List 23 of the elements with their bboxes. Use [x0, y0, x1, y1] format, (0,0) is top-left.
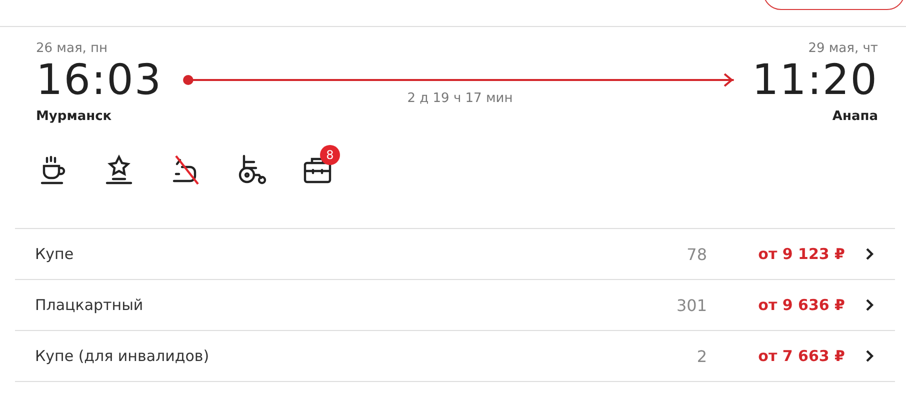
seat-count: 301 [676, 296, 707, 314]
arrival-date: 29 мая, чт [808, 41, 878, 57]
chevron-icon [865, 247, 875, 261]
car-class-row[interactable]: Купе (для инвалидов) 2 от 7 663 ₽ [15, 331, 895, 382]
arrival-station: Анапа [832, 109, 878, 124]
car-class-row[interactable]: Купе 78 от 9 123 ₽ [15, 229, 895, 280]
departure-station: Мурманск [36, 109, 112, 124]
price: от 9 636 ₽ [757, 296, 845, 314]
seat-count: 2 [696, 346, 707, 366]
chevron-icon [865, 298, 875, 312]
class-name: Купе [35, 245, 75, 263]
car-class-row[interactable]: Плацкартный 301 от 9 636 ₽ [15, 280, 895, 331]
class-name: Плацкартный [35, 296, 144, 314]
price: от 9 123 ₽ [757, 245, 845, 263]
departure-date: 26 мая, пн [36, 41, 108, 57]
class-name: Купе (для инвалидов) [35, 347, 210, 365]
trip-duration: 2 д 19 ч 17 мин [407, 91, 513, 106]
count-badge: 8 [320, 145, 340, 165]
seat-count: 78 [686, 244, 707, 264]
departure-time: 16:03 [36, 57, 162, 103]
arrival-time: 11:20 [752, 57, 878, 103]
chevron-icon [865, 349, 875, 363]
price: от 7 663 ₽ [757, 347, 845, 365]
